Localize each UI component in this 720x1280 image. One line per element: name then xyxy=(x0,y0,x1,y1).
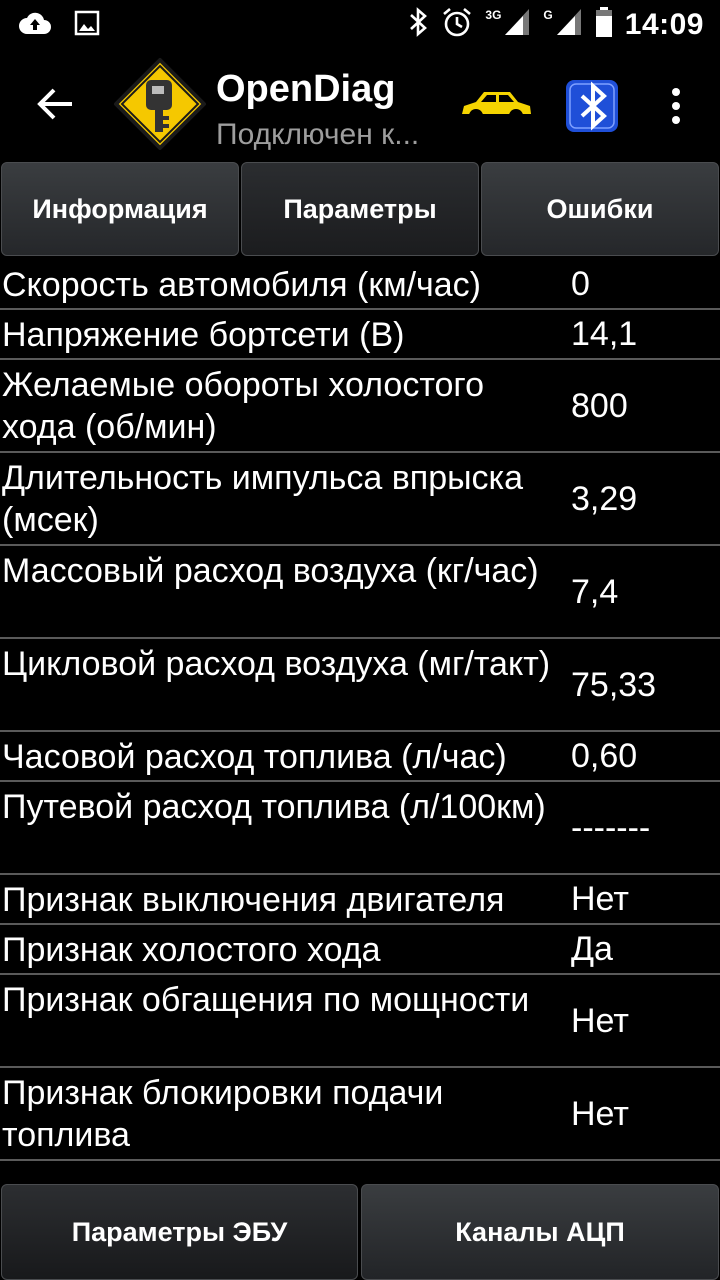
cloud-upload-icon xyxy=(18,10,52,41)
list-item: Желаемые обороты холостого хода (об/мин)… xyxy=(0,360,720,453)
param-value: 800 xyxy=(571,387,628,425)
param-name: Признак холостого хода xyxy=(2,931,381,969)
param-name: Массовый расход воздуха (кг/час) xyxy=(2,552,539,590)
param-name: Скорость автомобиля (км/час) xyxy=(2,266,482,304)
param-value: 7,4 xyxy=(571,573,619,611)
list-item: Цикловой расход воздуха (мг/такт) 75,33 xyxy=(0,639,720,732)
list-item: Признак холостого хода Да xyxy=(0,925,720,975)
param-name: Признак выключения двигателя xyxy=(2,881,505,919)
alarm-icon xyxy=(441,6,473,43)
network-type-label-2: G xyxy=(543,7,553,22)
car-button[interactable] xyxy=(458,86,534,128)
param-name: Напряжение бортсети (В) xyxy=(2,316,405,354)
param-name: Часовой расход топлива (л/час) xyxy=(2,738,507,776)
tab-adc-channels[interactable]: Каналы АЦП xyxy=(361,1184,719,1280)
param-value: Нет xyxy=(571,1095,629,1133)
app-logo xyxy=(112,56,208,152)
param-name: Признак обгащения по мощности xyxy=(2,981,530,1019)
bluetooth-elm-button[interactable] xyxy=(564,78,620,134)
list-item: Длительность импульса впрыска (мсек) 3,2… xyxy=(0,453,720,546)
tab-ecu-parameters[interactable]: Параметры ЭБУ xyxy=(1,1184,358,1280)
param-name: Путевой расход топлива (л/100км) xyxy=(2,788,546,826)
list-item: Скорость автомобиля (км/час) 0 xyxy=(0,260,720,310)
overflow-menu-button[interactable] xyxy=(662,84,690,128)
list-item: Признак блокировки подачи топлива Нет xyxy=(0,1068,720,1161)
network-type-label: 3G xyxy=(485,7,502,22)
param-value: Нет xyxy=(571,880,629,918)
param-name: Цикловой расход воздуха (мг/такт) xyxy=(2,645,551,683)
param-value: 0 xyxy=(571,265,590,303)
battery-icon xyxy=(595,6,613,43)
bluetooth-elm-icon xyxy=(566,80,618,132)
tab-errors[interactable]: Ошибки xyxy=(481,162,719,256)
status-time: 14:09 xyxy=(624,7,704,41)
list-item: Часовой расход топлива (л/час) 0,60 xyxy=(0,732,720,782)
arrow-back-icon xyxy=(37,88,72,120)
param-value: 3,29 xyxy=(571,480,638,518)
more-vert-icon xyxy=(672,88,680,124)
param-value: ------- xyxy=(571,809,651,847)
action-bar: OpenDiag Подключен к... xyxy=(0,50,720,160)
list-item: Признак выключения двигателя Нет xyxy=(0,875,720,925)
param-value: 75,33 xyxy=(571,666,657,704)
top-tabs: Информация Параметры Ошибки xyxy=(0,162,720,258)
app-title: OpenDiag xyxy=(216,68,396,110)
image-icon xyxy=(74,10,100,41)
signal-icon-2 xyxy=(555,7,583,42)
bottom-tabs: Параметры ЭБУ Каналы АЦП xyxy=(0,1184,720,1280)
status-bar: 3G G 14:09 xyxy=(0,0,720,50)
back-button[interactable] xyxy=(34,82,78,126)
parameter-list[interactable]: Скорость автомобиля (км/час) 0 Напряжени… xyxy=(0,260,720,1161)
tab-parameters[interactable]: Параметры xyxy=(241,162,479,256)
connection-status: Подключен к... xyxy=(216,118,420,151)
param-value: Нет xyxy=(571,1002,629,1040)
list-item: Путевой расход топлива (л/100км) ------- xyxy=(0,782,720,875)
param-name: Признак блокировки подачи топлива xyxy=(2,1074,444,1154)
list-item: Массовый расход воздуха (кг/час) 7,4 xyxy=(0,546,720,639)
list-item: Напряжение бортсети (В) 14,1 xyxy=(0,310,720,360)
car-icon xyxy=(462,92,531,123)
tab-information[interactable]: Информация xyxy=(1,162,239,256)
signal-icon xyxy=(503,7,531,42)
param-value: 0,60 xyxy=(571,737,638,775)
param-value: 14,1 xyxy=(571,315,638,353)
param-value: Да xyxy=(571,930,613,968)
param-name: Длительность импульса впрыска (мсек) xyxy=(2,459,524,539)
bluetooth-icon xyxy=(407,6,429,43)
param-name: Желаемые обороты холостого хода (об/мин) xyxy=(2,366,484,446)
list-item: Признак обгащения по мощности Нет xyxy=(0,975,720,1068)
